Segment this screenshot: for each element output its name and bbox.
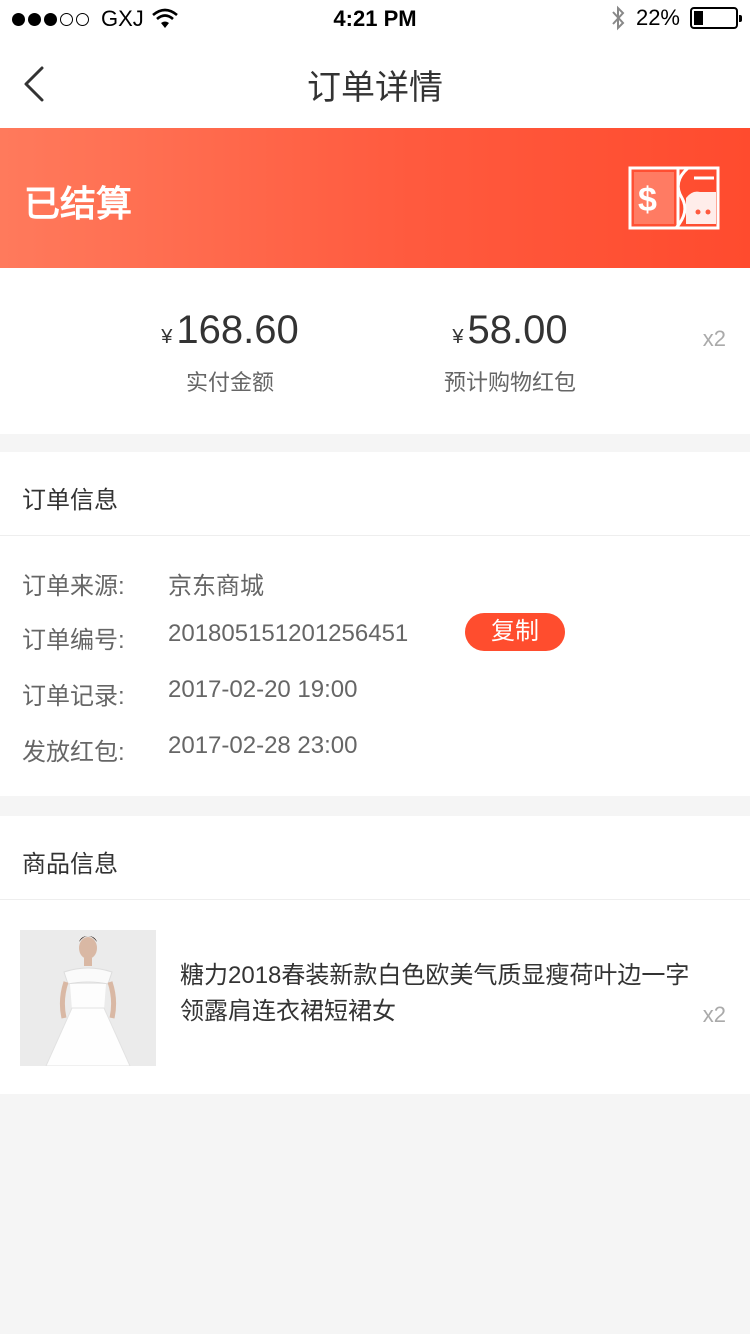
nav-bar: 订单详情 <box>0 40 750 128</box>
currency-symbol: ¥ <box>452 326 464 348</box>
product-thumbnail[interactable] <box>20 930 156 1066</box>
battery-level <box>694 11 703 25</box>
amount-summary: ¥168.60 实付金额 ¥58.00 预计购物红包 x2 <box>0 268 750 434</box>
info-label: 订单编号: <box>22 627 125 654</box>
info-value: 2017-02-20 19:00 <box>168 676 358 703</box>
svg-text:$: $ <box>638 181 657 219</box>
paid-amount-label: 实付金额 <box>185 370 274 395</box>
redpacket-amount-label: 预计购物红包 <box>443 370 576 395</box>
status-right: 22% <box>610 5 742 31</box>
money-card-icon: $ <box>628 166 720 230</box>
dress-model-image <box>20 930 156 1066</box>
info-value: 京东商城 <box>168 573 264 600</box>
info-value: 2017-02-28 23:00 <box>168 732 358 759</box>
battery-icon <box>690 7 742 29</box>
info-value: 201805151201256451 <box>168 620 409 647</box>
product-quantity: x2 <box>702 1002 726 1027</box>
redpacket-amount-value: ¥58.00 <box>410 308 610 353</box>
settlement-status: 已结算 <box>24 183 133 224</box>
paid-amount: ¥168.60 实付金额 <box>130 308 330 397</box>
goods-info-title: 商品信息 <box>22 851 118 878</box>
info-label: 订单记录: <box>22 683 125 710</box>
goods-info-section: 商品信息 糖力2018春装新款白色欧美气质显瘦荷叶边一字领露肩连衣裙短裙女 x2 <box>0 816 750 1094</box>
goods-info-header: 商品信息 <box>0 816 750 900</box>
product-item[interactable]: 糖力2018春装新款白色欧美气质显瘦荷叶边一字领露肩连衣裙短裙女 x2 <box>0 930 750 1066</box>
amount-multiplier: x2 <box>702 326 726 351</box>
copy-button[interactable]: 复制 <box>465 613 565 651</box>
redpacket-amount-number: 58.00 <box>467 308 568 352</box>
settlement-banner: 已结算 $ <box>0 128 750 268</box>
info-label: 发放红包: <box>22 739 125 766</box>
battery-percent: 22% <box>635 5 680 30</box>
page-title: 订单详情 <box>307 69 443 107</box>
bluetooth-icon <box>612 5 625 31</box>
product-title: 糖力2018春装新款白色欧美气质显瘦荷叶边一字领露肩连衣裙短裙女 <box>180 962 690 1025</box>
paid-amount-number: 168.60 <box>176 308 299 352</box>
info-label: 订单来源: <box>22 573 125 600</box>
order-info-title: 订单信息 <box>22 487 118 514</box>
redpacket-amount: ¥58.00 预计购物红包 <box>410 308 610 397</box>
paid-amount-value: ¥168.60 <box>130 308 330 353</box>
order-info-header: 订单信息 <box>0 452 750 536</box>
status-bar: GXJ 4:21 PM 22% <box>0 0 750 40</box>
order-info-section: 订单信息 订单来源: 京东商城 订单编号: 201805151201256451… <box>0 452 750 796</box>
currency-symbol: ¥ <box>161 326 173 348</box>
